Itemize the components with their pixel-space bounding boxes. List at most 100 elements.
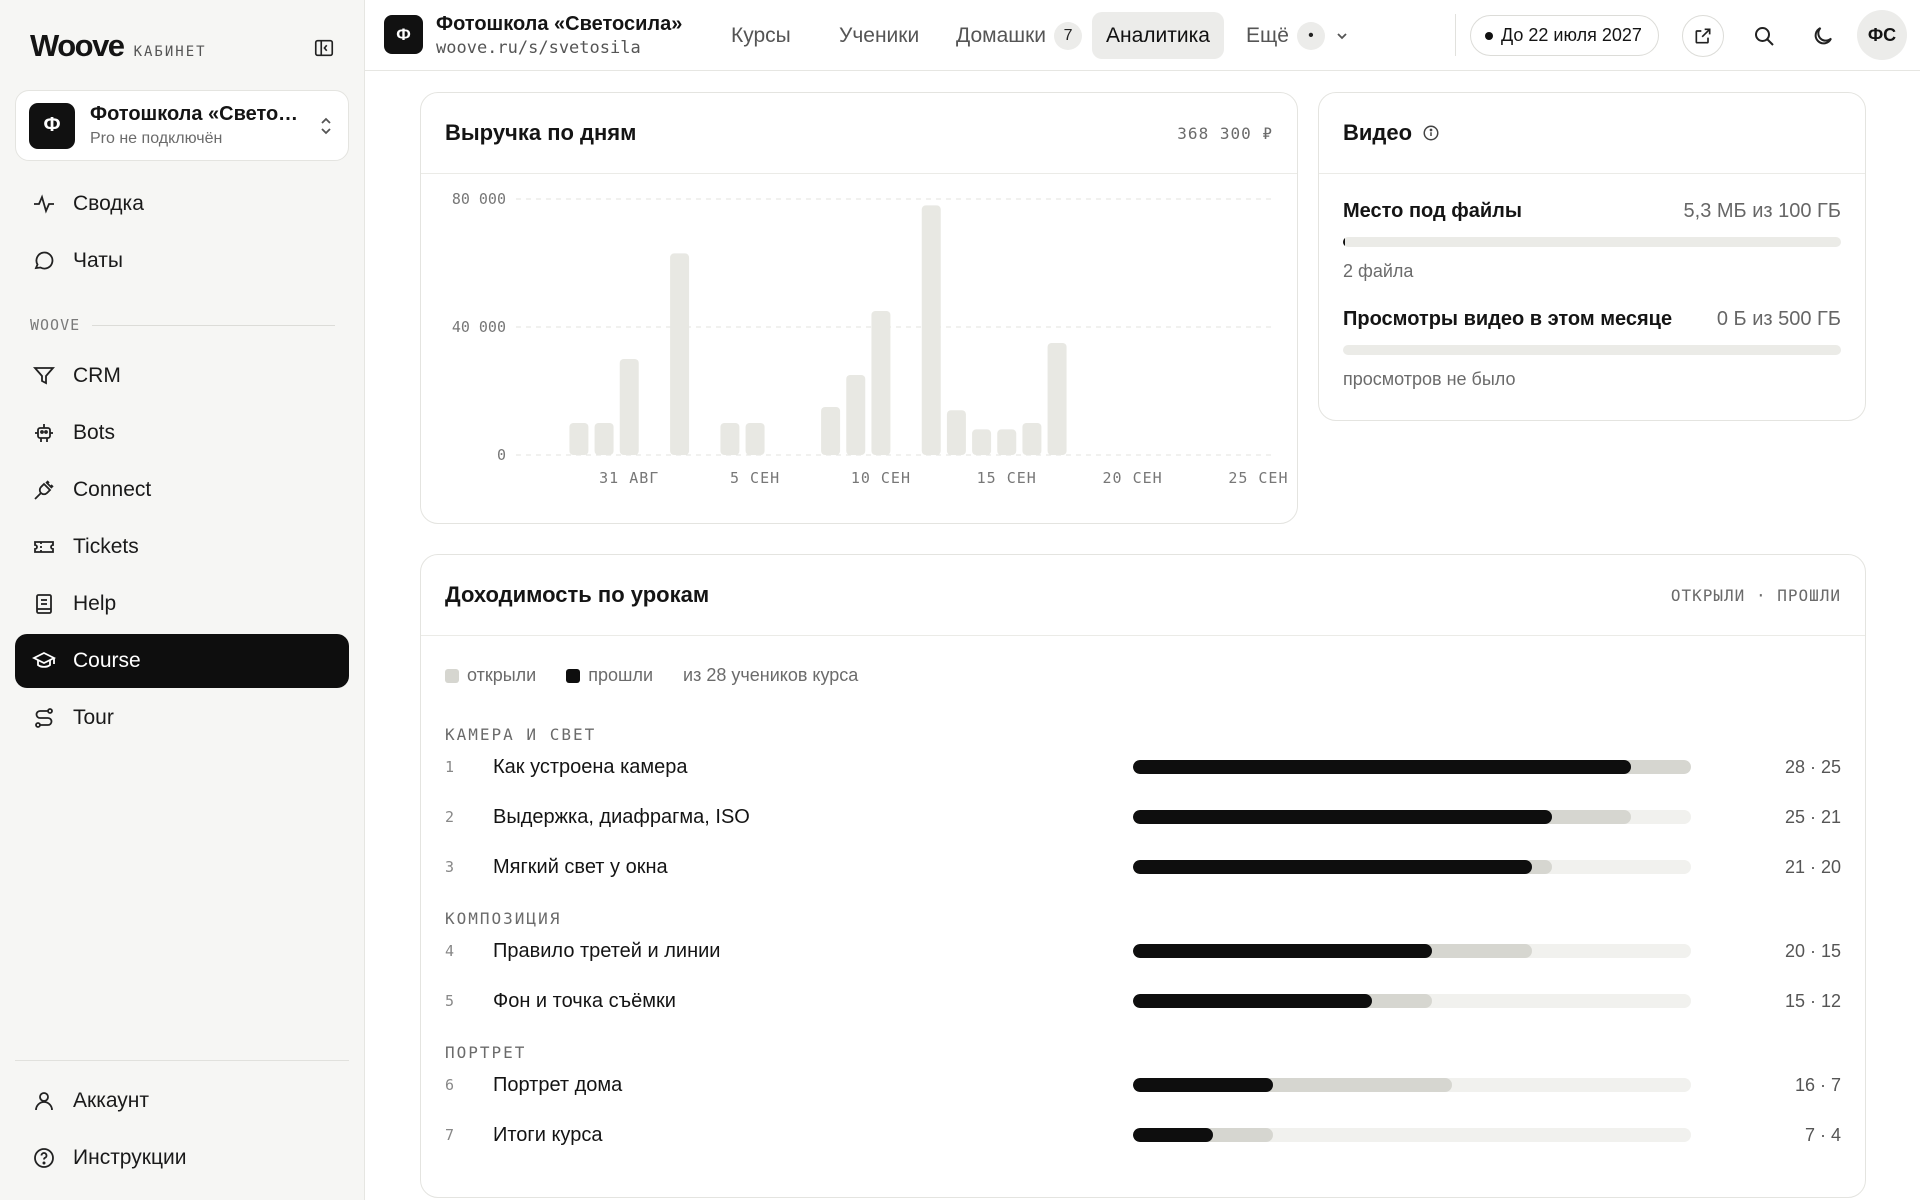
brand-logo[interactable]: Woove КАБИНЕТ bbox=[30, 28, 207, 68]
lesson-number: 5 bbox=[445, 992, 455, 1010]
lesson-title: Как устроена камера bbox=[493, 755, 688, 778]
sidebar-section-label: WOOVE bbox=[30, 316, 81, 334]
lesson-row[interactable]: 6 Портрет дома 16 · 7 bbox=[445, 1069, 1841, 1101]
views-value: 0 Б из 500 ГБ bbox=[1716, 308, 1841, 330]
y-tick-label: 0 bbox=[497, 446, 506, 464]
revenue-bar[interactable] bbox=[594, 423, 614, 455]
chat-icon bbox=[34, 251, 54, 270]
video-title: Видео bbox=[1343, 120, 1413, 145]
lesson-title: Портрет дома bbox=[493, 1073, 623, 1096]
revenue-bar[interactable] bbox=[720, 423, 740, 455]
lesson-passed-fill bbox=[1133, 1128, 1213, 1142]
plug-icon bbox=[34, 480, 54, 500]
search-button[interactable] bbox=[1743, 15, 1785, 57]
revenue-bar[interactable] bbox=[871, 311, 891, 455]
sidebar-item-help[interactable]: Help bbox=[15, 577, 349, 631]
lesson-stats: 16 · 7 bbox=[1794, 1074, 1841, 1095]
revenue-bar[interactable] bbox=[972, 429, 992, 455]
y-tick-label: 40 000 bbox=[452, 318, 506, 336]
sidebar-item-label: Tour bbox=[73, 706, 114, 729]
tab-analytics[interactable]: Аналитика bbox=[1092, 12, 1224, 59]
storage-files-count: 2 файла bbox=[1343, 261, 1414, 281]
lesson-title: Итоги курса bbox=[493, 1123, 603, 1146]
tab-more[interactable]: Ещё • bbox=[1232, 12, 1363, 59]
sidebar-section-woove: WOOVE bbox=[30, 316, 335, 334]
lesson-number: 3 bbox=[445, 858, 455, 876]
collapse-sidebar-button[interactable] bbox=[309, 33, 339, 63]
revenue-chart: 80 000 40 000 0 31 АВГ 5 СЕН 10 СЕН 15 СЕН 20 С… bbox=[452, 190, 1288, 487]
tab-label: Ещё bbox=[1246, 23, 1289, 47]
revenue-bar[interactable] bbox=[946, 410, 966, 455]
help-circle-icon bbox=[34, 1148, 54, 1168]
lessons-legend: открыли прошли из 28 учеников курса bbox=[445, 665, 858, 686]
lesson-passed-fill bbox=[1133, 994, 1373, 1008]
lesson-passed-fill bbox=[1133, 944, 1432, 958]
brand-subtitle: КАБИНЕТ bbox=[133, 44, 207, 60]
sidebar-item-bots[interactable]: Bots bbox=[15, 406, 349, 460]
revenue-bar[interactable] bbox=[997, 429, 1017, 455]
revenue-bar[interactable] bbox=[569, 423, 589, 455]
lesson-row[interactable]: 7 Итоги курса 7 · 4 bbox=[445, 1119, 1841, 1151]
sidebar-item-crm[interactable]: CRM bbox=[15, 349, 349, 403]
site-avatar[interactable]: Ф bbox=[384, 15, 423, 54]
lesson-number: 7 bbox=[445, 1126, 455, 1144]
lesson-stats: 7 · 4 bbox=[1804, 1124, 1841, 1145]
info-icon[interactable] bbox=[1422, 124, 1440, 142]
workspace-switcher[interactable]: Ф Фотошкола «Светосила» Pro не подключён bbox=[15, 90, 349, 161]
x-tick-label: 20 СЕН bbox=[1102, 469, 1162, 487]
lesson-stats: 28 · 25 bbox=[1784, 756, 1841, 777]
lesson-row[interactable]: 5 Фон и точка съёмки 15 · 12 bbox=[445, 985, 1841, 1017]
lesson-section-title: КОМПОЗИЦИЯ bbox=[445, 909, 562, 928]
lesson-stats: 20 · 15 bbox=[1784, 940, 1841, 961]
revenue-bar[interactable] bbox=[745, 423, 765, 455]
open-site-button[interactable] bbox=[1682, 15, 1724, 57]
sidebar-item-instructions[interactable]: Инструкции bbox=[15, 1131, 349, 1185]
site-url[interactable]: woove.ru/s/svetosila bbox=[436, 38, 641, 58]
lesson-stats: 25 · 21 bbox=[1784, 806, 1841, 827]
tab-label: Аналитика bbox=[1106, 23, 1210, 47]
theme-toggle-button[interactable] bbox=[1802, 15, 1844, 57]
storage-progress-fill bbox=[1343, 237, 1346, 247]
sidebar: Woove КАБИНЕТ Ф Фотошкола «Светосила» Pr… bbox=[0, 0, 365, 1200]
tab-students[interactable]: Ученики bbox=[825, 12, 933, 59]
more-dot-badge: • bbox=[1296, 21, 1325, 50]
revenue-bar[interactable] bbox=[1047, 343, 1067, 455]
lesson-row[interactable]: 4 Правило третей и линии 20 · 15 bbox=[445, 935, 1841, 967]
search-icon bbox=[1755, 27, 1774, 46]
sidebar-item-label: Сводка bbox=[73, 192, 144, 215]
tab-courses[interactable]: Курсы bbox=[717, 12, 805, 59]
user-avatar[interactable]: ФС bbox=[1857, 10, 1907, 60]
lesson-row[interactable]: 3 Мягкий свет у окна 21 · 20 bbox=[445, 851, 1841, 883]
revenue-bar[interactable] bbox=[670, 253, 690, 455]
sidebar-item-account[interactable]: Аккаунт bbox=[15, 1074, 349, 1128]
legend-passed-label: прошли bbox=[588, 665, 654, 685]
sidebar-item-tour[interactable]: Tour bbox=[15, 691, 349, 745]
plan-expiry-pill[interactable]: До 22 июля 2027 bbox=[1470, 15, 1659, 56]
book-icon bbox=[36, 594, 52, 614]
revenue-bar[interactable] bbox=[619, 359, 639, 455]
revenue-card: Выручка по дням 368 300 ₽ 80 000 40 000 0 3… bbox=[420, 92, 1298, 524]
revenue-bar[interactable] bbox=[921, 205, 941, 455]
lesson-row[interactable]: 1 Как устроена камера 28 · 25 bbox=[445, 751, 1841, 783]
lesson-title: Мягкий свет у окна bbox=[493, 855, 668, 878]
moon-icon bbox=[1814, 27, 1832, 45]
revenue-bar[interactable] bbox=[821, 407, 841, 455]
external-link-icon bbox=[1695, 28, 1711, 44]
x-tick-label: 15 СЕН bbox=[977, 469, 1037, 487]
tab-homework[interactable]: Домашки 7 bbox=[942, 12, 1096, 59]
revenue-bar[interactable] bbox=[846, 375, 866, 455]
sidebar-item-chats[interactable]: Чаты bbox=[15, 234, 349, 288]
sidebar-item-tickets[interactable]: Tickets bbox=[15, 520, 349, 574]
sidebar-item-summary[interactable]: Сводка bbox=[15, 177, 349, 231]
sidebar-item-course[interactable]: Course bbox=[15, 634, 349, 688]
lesson-row[interactable]: 2 Выдержка, диафрагма, ISO 25 · 21 bbox=[445, 801, 1841, 833]
sidebar-item-connect[interactable]: Connect bbox=[15, 463, 349, 517]
sidebar-item-label: Аккаунт bbox=[73, 1089, 150, 1112]
file-storage-usage: Место под файлы 5,3 МБ из 100 ГБ 2 файла bbox=[1343, 200, 1841, 282]
lesson-progress-bar bbox=[1133, 994, 1691, 1008]
revenue-bar[interactable] bbox=[1022, 423, 1042, 455]
lesson-stats: 21 · 20 bbox=[1784, 856, 1841, 877]
lesson-passed-fill bbox=[1133, 1078, 1273, 1092]
workspace-title: Фотошкола «Светосила» bbox=[90, 103, 307, 125]
lesson-progress-bar bbox=[1133, 810, 1691, 824]
